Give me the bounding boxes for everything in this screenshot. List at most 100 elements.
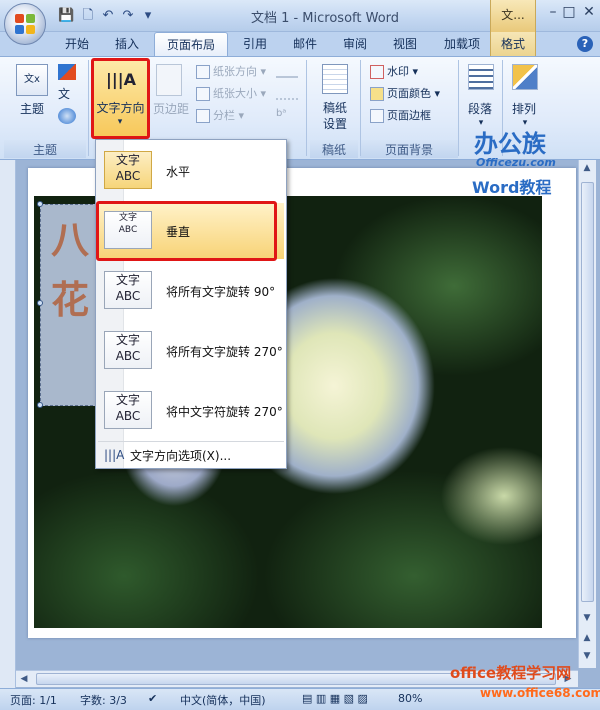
page-color-label: 页面颜色 — [387, 87, 431, 100]
themes-icon[interactable]: 文x — [16, 64, 48, 96]
vertical-scrollbar[interactable]: ▲ ▼ ▲ ▼ — [578, 160, 596, 668]
paper-size-icon — [196, 87, 210, 101]
orientation-icon — [196, 65, 210, 79]
word-count[interactable]: 字数: 3/3 — [80, 692, 127, 708]
language-indicator[interactable]: 中文(简体，中国) — [180, 692, 266, 708]
text-direction-label: 文字方向 — [96, 101, 145, 115]
watermark-label: 水印 — [387, 65, 409, 78]
size-label: 纸张大小 — [213, 87, 257, 100]
undo-icon[interactable]: ↶ — [100, 8, 116, 24]
orientation-label: 纸张方向 — [213, 65, 257, 78]
menu-item-horizontal[interactable]: 文字 ABC 水平 — [98, 143, 284, 199]
previous-page-icon[interactable]: ▲ — [579, 630, 595, 646]
text-direction-menu: 文字 ABC 水平 文字 ABC 垂直 文字 ABC 将所有文字旋转 90° 文… — [95, 139, 287, 469]
resize-handle[interactable] — [37, 201, 43, 207]
next-page-icon[interactable]: ▼ — [579, 648, 595, 664]
office-logo-icon — [15, 14, 37, 36]
vertical-ruler — [0, 160, 16, 688]
menu-item-rotate-cjk-270[interactable]: 文字 ABC 将中文字符旋转 270° — [98, 383, 284, 439]
tab-view[interactable]: 视图 — [382, 32, 428, 56]
page-borders-button[interactable]: 页面边框 — [370, 106, 431, 126]
close-button[interactable]: ✕ — [576, 2, 600, 22]
paragraph-button[interactable]: 段落 — [462, 100, 498, 117]
theme-effects-icon[interactable] — [58, 108, 76, 124]
customize-quick-access-icon[interactable]: ▾ — [140, 8, 156, 24]
manuscript-icon — [322, 64, 348, 94]
hyphenation-icon[interactable]: bᵃ — [276, 108, 298, 122]
manuscript-group-label: 稿纸 — [321, 143, 346, 157]
page-borders-icon — [370, 109, 384, 123]
office-button[interactable] — [4, 3, 46, 45]
size-button[interactable]: 纸张大小 ▾ — [196, 84, 266, 104]
tab-format[interactable]: 格式 — [490, 32, 536, 56]
help-icon[interactable]: ? — [577, 36, 593, 52]
highlight-frame — [96, 201, 277, 261]
tab-add-ins[interactable]: 加载项 — [432, 32, 492, 56]
menu-item-rotate-270[interactable]: 文字 ABC 将所有文字旋转 270° — [98, 323, 284, 379]
rotate-270-text-icon: 文字 ABC — [104, 331, 152, 369]
group-divider — [88, 60, 89, 156]
horizontal-text-icon: 文字 ABC — [104, 151, 152, 189]
page-count[interactable]: 页面: 1/1 — [10, 692, 57, 708]
margins-button-label[interactable]: 页边距 — [150, 100, 192, 117]
chevron-down-icon: ▾ — [117, 117, 123, 127]
redo-icon[interactable]: ↷ — [120, 8, 136, 24]
tab-mailings[interactable]: 邮件 — [282, 32, 328, 56]
page-color-icon — [370, 87, 384, 101]
tab-home[interactable]: 开始 — [52, 32, 102, 56]
group-divider — [458, 60, 459, 156]
margins-icon — [156, 64, 182, 96]
save-icon[interactable]: 💾 — [58, 8, 74, 24]
scroll-down-icon[interactable]: ▼ — [579, 610, 595, 626]
scroll-up-icon[interactable]: ▲ — [579, 160, 595, 176]
view-buttons[interactable]: ▤ ▥ ▦ ▧ ▨ — [302, 692, 368, 705]
resize-handle[interactable] — [37, 300, 43, 306]
text-box-char: 八 — [50, 217, 89, 262]
tab-insert[interactable]: 插入 — [104, 32, 150, 56]
text-direction-options-icon: |||A — [104, 448, 125, 462]
page-background-group-label: 页面背景 — [384, 143, 433, 157]
ribbon-tabs: 开始 插入 页面布局 引用 邮件 审阅 视图 加载项 格式 ? — [0, 32, 600, 57]
zoom-level[interactable]: 80% — [398, 692, 422, 705]
text-box-char: 花 — [50, 277, 89, 322]
text-direction-icon: |||A — [106, 70, 136, 89]
context-tab-header: 文... — [490, 0, 536, 32]
menu-item-label: 水平 — [166, 165, 191, 179]
menu-item-rotate-90[interactable]: 文字 ABC 将所有文字旋转 90° — [98, 263, 284, 319]
tab-references[interactable]: 引用 — [232, 32, 278, 56]
text-box-content: 八 花 — [48, 210, 92, 400]
new-document-icon[interactable]: 🗋 — [80, 8, 96, 24]
watermark-icon — [370, 65, 384, 79]
arrange-icon — [512, 64, 538, 90]
theme-fonts-icon[interactable]: 文 — [58, 86, 76, 102]
page-color-button[interactable]: 页面颜色 ▾ — [370, 84, 440, 104]
brand-subtitle: Word教程 — [472, 178, 552, 197]
brand-logo: 办公族 — [474, 130, 546, 158]
watermark-button[interactable]: 水印 ▾ — [370, 62, 418, 82]
columns-button[interactable]: 分栏 ▾ — [196, 106, 244, 126]
text-direction-button[interactable]: |||A 文字方向 ▾ — [91, 58, 150, 139]
menu-item-text-direction-options[interactable]: |||A 文字方向选项(X)... — [98, 443, 284, 467]
themes-group-label: 主题 — [32, 143, 57, 157]
resize-handle[interactable] — [37, 402, 43, 408]
tab-page-layout[interactable]: 页面布局 — [154, 32, 228, 57]
menu-divider — [98, 441, 284, 442]
rotate-90-text-icon: 文字 ABC — [104, 271, 152, 309]
themes-button-label[interactable]: 主题 — [10, 100, 54, 117]
manuscript-settings-button[interactable]: 稿纸 设置 — [312, 100, 358, 132]
columns-label: 分栏 — [213, 109, 235, 122]
group-divider — [306, 60, 307, 156]
scroll-left-icon[interactable]: ◀ — [16, 671, 32, 687]
arrange-button[interactable]: 排列 — [506, 100, 542, 117]
breaks-icon[interactable] — [276, 64, 298, 78]
scroll-thumb[interactable] — [581, 182, 594, 602]
orientation-button[interactable]: 纸张方向 ▾ — [196, 62, 266, 82]
site-watermark-url: www.office68.com — [480, 686, 600, 700]
line-numbers-icon[interactable] — [276, 86, 298, 100]
brand-url: Officezu.com — [476, 156, 556, 169]
menu-item-label: 将中文字符旋转 270° — [166, 405, 283, 419]
theme-colors-icon[interactable] — [58, 64, 76, 80]
columns-icon — [196, 109, 210, 123]
spellcheck-icon[interactable]: ✔ — [148, 692, 157, 705]
tab-review[interactable]: 审阅 — [332, 32, 378, 56]
